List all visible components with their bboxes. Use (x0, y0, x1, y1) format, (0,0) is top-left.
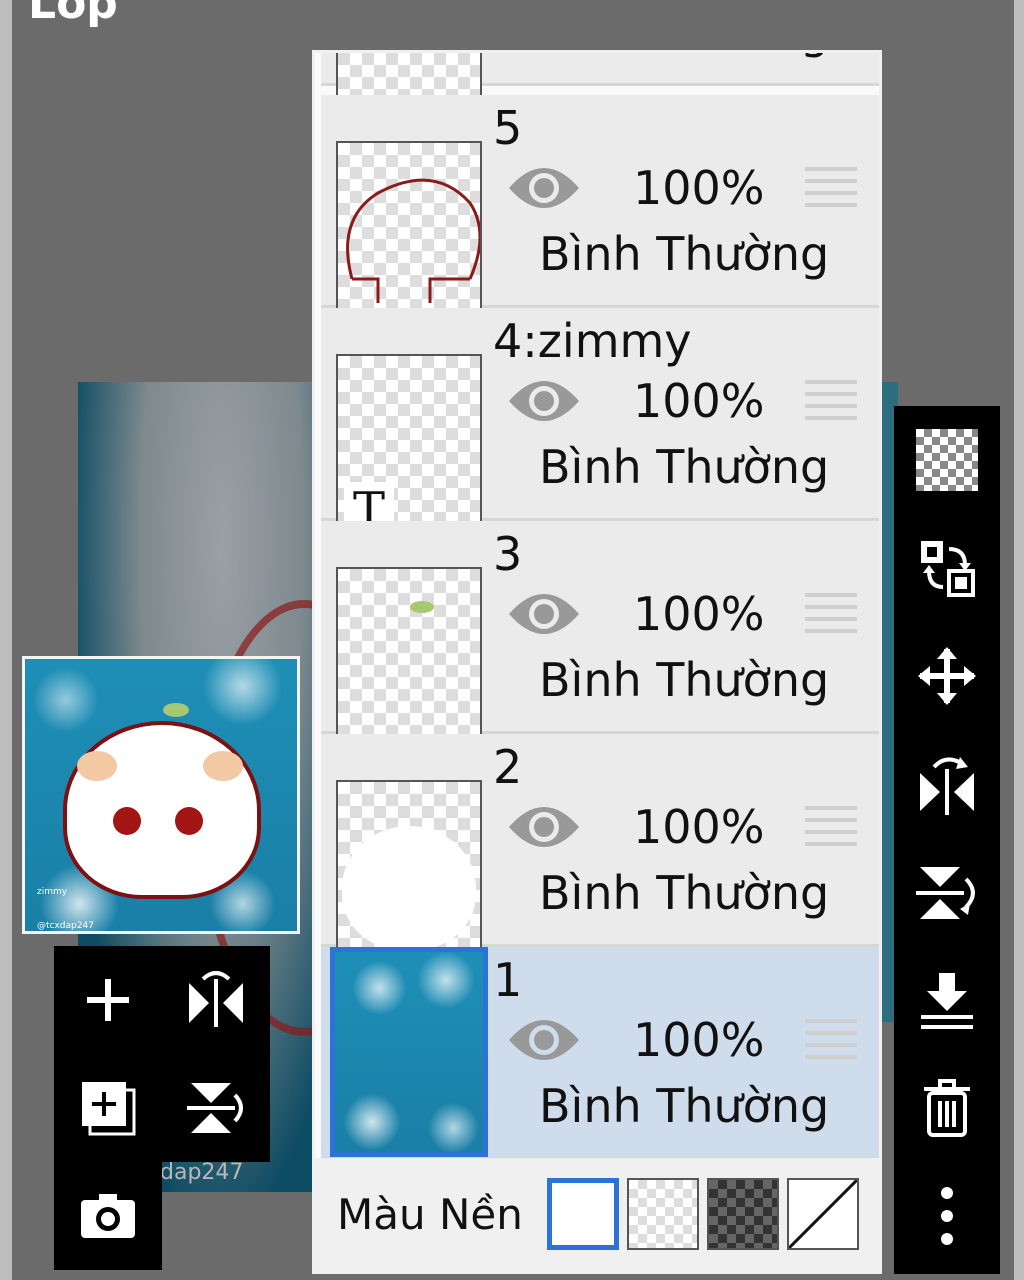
drag-handle-icon[interactable] (805, 1019, 857, 1067)
layer-blend-mode[interactable]: Bình Thường (539, 653, 829, 707)
preview-credit: @tcxdap247 (37, 921, 94, 931)
canvas-watermark: dap247 (160, 1160, 244, 1185)
left-frame (0, 0, 12, 1280)
layer-opacity[interactable]: 100% (633, 161, 765, 215)
layer-opacity[interactable]: 100% (633, 587, 765, 641)
duplicate-layer-icon[interactable] (54, 1054, 162, 1162)
layer-row-partial[interactable]: Bình Thường (321, 53, 879, 109)
drag-handle-icon[interactable] (805, 806, 857, 854)
preview-caption: zimmy (37, 887, 68, 897)
layer-opacity[interactable]: 100% (633, 800, 765, 854)
layer-name: 4:zimmy (493, 314, 692, 368)
visibility-eye-icon[interactable] (507, 802, 581, 856)
flip-horizontal-rotate-icon[interactable] (894, 730, 1000, 838)
right-toolbar (894, 406, 1000, 1274)
layer-opacity[interactable]: 100% (633, 1013, 765, 1067)
visibility-eye-icon[interactable] (507, 589, 581, 643)
character-head (63, 721, 261, 899)
layer-row-selected[interactable]: 1 100% Bình Thường (321, 947, 879, 1160)
flip-vertical-rotate-icon[interactable] (894, 838, 1000, 946)
layer-panel: Bình Thường 5 100% Bình Thường T 4:zimmy… (312, 50, 882, 1274)
layer-row[interactable]: 5 100% Bình Thường (321, 95, 879, 331)
sprout-shape (163, 703, 189, 717)
layer-thumbnail (330, 947, 488, 1157)
white-head-shape (342, 826, 476, 950)
flip-horizontal-icon[interactable] (162, 946, 270, 1054)
left-cheek (77, 751, 117, 781)
layer-row[interactable]: T 4:zimmy 100% Bình Thường (321, 308, 879, 544)
layer-name: 3 (493, 527, 523, 581)
camera-icon[interactable] (54, 1162, 162, 1270)
right-cheek (203, 751, 243, 781)
layer-blend-mode[interactable]: Bình Thường (539, 227, 829, 281)
bg-swatch-dark-checker[interactable] (707, 1178, 779, 1250)
background-color-row: Màu Nền (315, 1158, 879, 1271)
bg-swatch-white[interactable] (547, 1178, 619, 1250)
right-eye (175, 807, 203, 835)
add-layer-icon[interactable] (54, 946, 162, 1054)
sprout-shape (410, 601, 434, 613)
background-label: Màu Nền (337, 1190, 523, 1239)
layer-thumbnail (336, 780, 482, 970)
bg-swatch-none[interactable] (787, 1178, 859, 1250)
canvas-preview: zimmy @tcxdap247 (22, 656, 300, 934)
flip-vertical-icon[interactable] (162, 1054, 270, 1162)
move-icon[interactable] (894, 622, 1000, 730)
layer-row[interactable]: 3 100% Bình Thường (321, 521, 879, 757)
layer-name: 2 (493, 740, 523, 794)
layer-row[interactable]: 2 100% Bình Thường (321, 734, 879, 970)
left-toolbar-bottom (54, 1162, 162, 1270)
more-vertical-icon[interactable] (894, 1162, 1000, 1270)
screen-title: Lớp (28, 0, 118, 29)
visibility-eye-icon[interactable] (507, 1015, 581, 1069)
layer-blend-mode[interactable]: Bình Thường (539, 866, 829, 920)
visibility-eye-icon[interactable] (507, 376, 581, 430)
visibility-eye-icon[interactable] (507, 163, 581, 217)
layer-name: 5 (493, 101, 523, 155)
bg-swatch-transparent[interactable] (627, 1178, 699, 1250)
drag-handle-icon[interactable] (805, 380, 857, 428)
right-frame (1014, 0, 1024, 1280)
layer-thumbnail (336, 567, 482, 757)
swap-layers-icon[interactable] (894, 514, 1000, 622)
left-toolbar (54, 946, 270, 1162)
transparency-checker-icon[interactable] (894, 406, 1000, 514)
layer-thumbnail (336, 141, 482, 331)
layer-blend-mode[interactable]: Bình Thường (539, 1079, 829, 1133)
drag-handle-icon[interactable] (805, 593, 857, 641)
layer-thumbnail: T (336, 354, 482, 544)
left-eye (113, 807, 141, 835)
trash-icon[interactable] (894, 1054, 1000, 1162)
layer-name: 1 (493, 953, 523, 1007)
merge-down-icon[interactable] (894, 946, 1000, 1054)
layer-blend-mode[interactable]: Bình Thường (539, 53, 829, 59)
layer-blend-mode[interactable]: Bình Thường (539, 440, 829, 494)
layer-opacity[interactable]: 100% (633, 374, 765, 428)
drag-handle-icon[interactable] (805, 167, 857, 215)
